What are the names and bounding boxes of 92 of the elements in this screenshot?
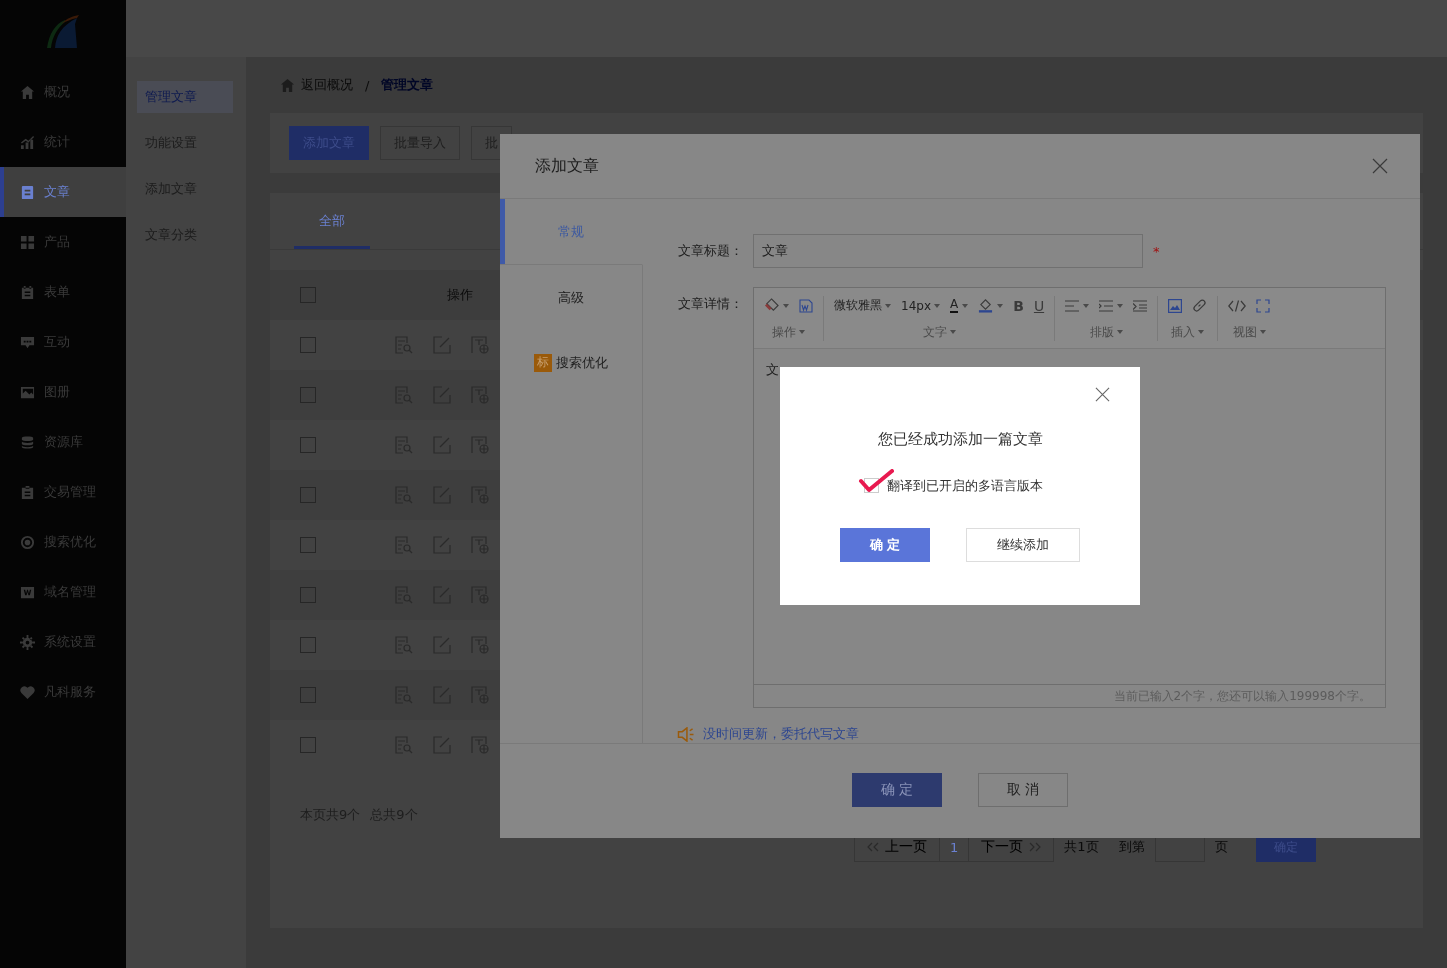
checkbox[interactable]: [300, 387, 316, 403]
eraser-icon[interactable]: [764, 298, 779, 313]
group-label[interactable]: 视图: [1232, 323, 1266, 341]
caret-icon[interactable]: [1198, 330, 1205, 334]
grid-icon: [20, 234, 35, 250]
fullscreen-icon[interactable]: [1256, 298, 1271, 313]
double-chevron-left-icon: [867, 842, 879, 852]
code-icon[interactable]: [1228, 299, 1247, 312]
checkbox[interactable]: [300, 337, 316, 353]
badge: 标: [534, 353, 552, 372]
preview-icon[interactable]: [395, 436, 413, 454]
image-icon: [20, 384, 35, 400]
indent-icon[interactable]: [1133, 299, 1148, 312]
target-icon: [20, 534, 35, 550]
caret-icon[interactable]: [885, 303, 891, 308]
close-icon[interactable]: [1372, 158, 1388, 174]
checkbox[interactable]: [300, 737, 316, 753]
image-icon[interactable]: [1168, 298, 1183, 313]
checkbox-label[interactable]: 翻译到已开启的多语言版本: [886, 477, 1043, 495]
fill-bucket-icon[interactable]: [978, 298, 994, 313]
caret-icon[interactable]: [1259, 330, 1266, 334]
confirm-button[interactable]: 确 定: [840, 528, 930, 562]
gear-icon: [20, 634, 35, 650]
chat-bubble-icon: [20, 334, 35, 350]
edit-icon[interactable]: [433, 736, 451, 754]
group-label[interactable]: 插入: [1171, 323, 1205, 341]
checkbox[interactable]: [300, 687, 316, 703]
home-icon: [20, 84, 35, 100]
page-unit: 页: [1214, 838, 1228, 856]
tab[interactable]: 全部: [294, 193, 370, 249]
heart-icon: [20, 684, 35, 700]
caret-icon[interactable]: [783, 303, 789, 308]
underline-button[interactable]: U: [1033, 297, 1045, 314]
edit-icon[interactable]: [433, 636, 451, 654]
database-icon: [20, 434, 35, 450]
notice-link[interactable]: 没时间更新，委托代写文章: [703, 725, 859, 743]
sidebar-item[interactable]: 文章: [0, 167, 126, 217]
font-select[interactable]: 微软雅黑: [834, 297, 891, 314]
confirm-button[interactable]: 确 定: [852, 773, 942, 807]
editor-text: 文: [766, 362, 779, 377]
continue-button[interactable]: 继续添加: [966, 528, 1080, 562]
edit-icon[interactable]: [433, 436, 451, 454]
title-input[interactable]: 文章: [753, 234, 1143, 268]
caret-icon[interactable]: [1116, 330, 1123, 334]
edit-icon[interactable]: [433, 336, 451, 354]
link-icon[interactable]: [1192, 298, 1208, 313]
font-color-button[interactable]: A: [950, 298, 959, 313]
caret-icon[interactable]: [949, 330, 956, 334]
preview-icon[interactable]: [395, 336, 413, 354]
double-chevron-right-icon: [1029, 842, 1042, 852]
checkbox[interactable]: [300, 537, 316, 553]
breadcrumb-separator: /: [365, 77, 370, 93]
document-icon[interactable]: [799, 298, 813, 313]
tab[interactable]: 常规: [500, 199, 643, 265]
caret-icon[interactable]: [934, 304, 940, 308]
caret-icon[interactable]: [1117, 303, 1124, 308]
preview-icon[interactable]: [395, 736, 413, 754]
caret-icon[interactable]: [962, 303, 969, 308]
group-label[interactable]: 排版: [1089, 323, 1123, 341]
align-icon[interactable]: [1065, 299, 1080, 312]
group-label[interactable]: 文字: [922, 323, 956, 341]
close-icon[interactable]: [1095, 387, 1110, 402]
document-icon: [20, 184, 35, 200]
line-spacing-icon[interactable]: [1099, 299, 1114, 312]
size-select[interactable]: 14px: [901, 298, 940, 313]
group-label[interactable]: 操作: [772, 323, 805, 341]
breadcrumb-current: 管理文章: [381, 76, 434, 94]
checkbox[interactable]: [300, 587, 316, 603]
clipboard-icon: [20, 484, 35, 500]
chart-icon: [20, 134, 35, 150]
caret-icon[interactable]: [1083, 303, 1090, 308]
popup-message: 您已经成功添加一篇文章: [877, 430, 1043, 449]
page-total: 共1页: [1064, 838, 1099, 856]
checkbox[interactable]: [300, 637, 316, 653]
field-label: 文章标题：: [678, 242, 744, 260]
home-icon: [280, 77, 295, 93]
caret-icon[interactable]: [997, 303, 1004, 308]
speaker-icon: [677, 726, 695, 742]
required-mark: *: [1153, 243, 1160, 259]
tab[interactable]: 高级: [500, 265, 643, 330]
caret-icon[interactable]: [799, 330, 805, 334]
edit-icon[interactable]: [433, 536, 451, 554]
preview-icon[interactable]: [395, 536, 413, 554]
dialog-title: 添加文章: [535, 155, 599, 177]
checkbox[interactable]: [300, 487, 316, 503]
calendar-icon: [20, 284, 35, 300]
cancel-button[interactable]: 取 消: [978, 773, 1068, 807]
checkbox[interactable]: [300, 437, 316, 453]
field-label: 文章详情：: [678, 295, 744, 313]
tab[interactable]: 标 搜索优化: [500, 330, 643, 395]
preview-icon[interactable]: [395, 636, 413, 654]
bold-button[interactable]: B: [1013, 297, 1024, 314]
